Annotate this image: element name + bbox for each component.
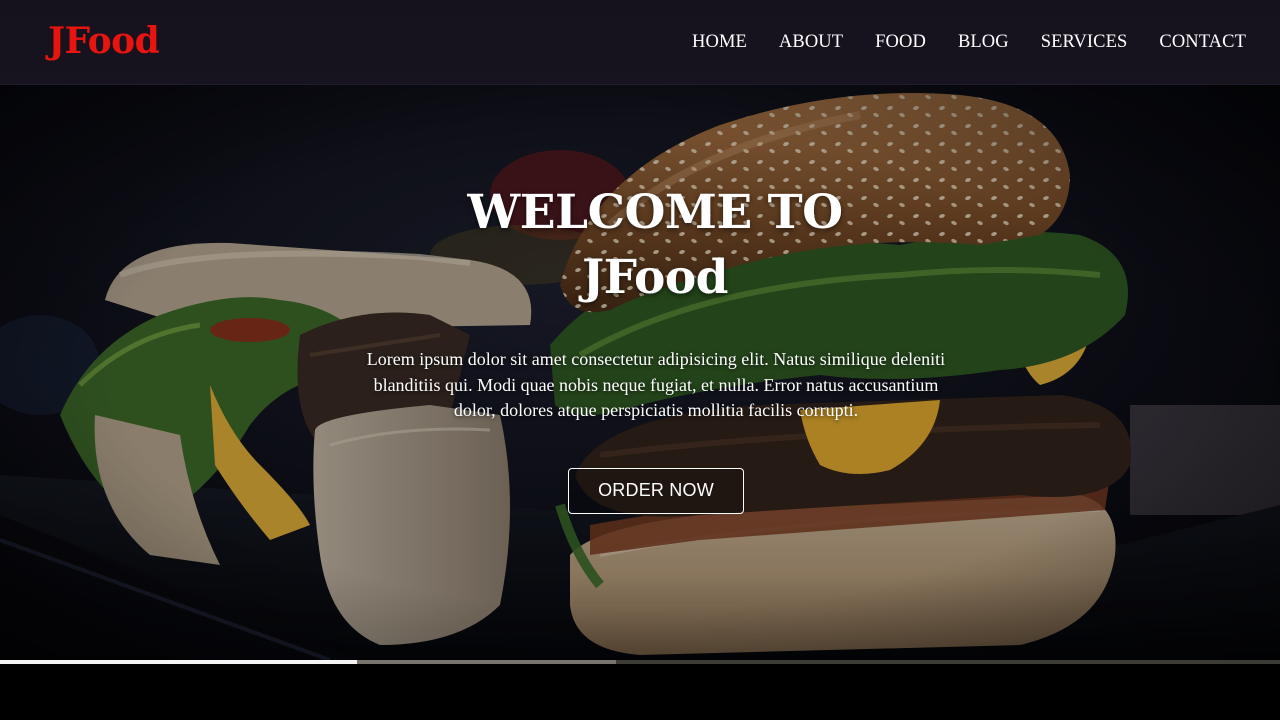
nav-services-link[interactable]: SERVICES <box>1041 31 1128 53</box>
hero-title-line1: WELCOME TO <box>467 185 843 240</box>
nav-home-link[interactable]: HOME <box>692 31 747 53</box>
bottom-black-bar <box>0 664 1280 720</box>
main-nav: HOME ABOUT FOOD BLOG SERVICES CONTACT <box>660 31 1246 53</box>
nav-contact-link[interactable]: CONTACT <box>1159 31 1246 53</box>
hero-title-line2: JFood <box>581 250 729 305</box>
order-now-button[interactable]: ORDER NOW <box>568 468 744 514</box>
navbar: JFood HOME ABOUT FOOD BLOG SERVICES CONT… <box>0 0 1280 85</box>
brand-logo[interactable]: JFood <box>48 19 160 63</box>
nav-blog-link[interactable]: BLOG <box>958 31 1009 53</box>
hero-description: Lorem ipsum dolor sit amet consectetur a… <box>366 349 946 420</box>
page: JFood HOME ABOUT FOOD BLOG SERVICES CONT… <box>0 0 1280 720</box>
hero-section: WELCOME TO JFood Lorem ipsum dolor sit a… <box>0 85 1280 660</box>
nav-about-link[interactable]: ABOUT <box>779 31 843 53</box>
nav-food-link[interactable]: FOOD <box>875 31 926 53</box>
